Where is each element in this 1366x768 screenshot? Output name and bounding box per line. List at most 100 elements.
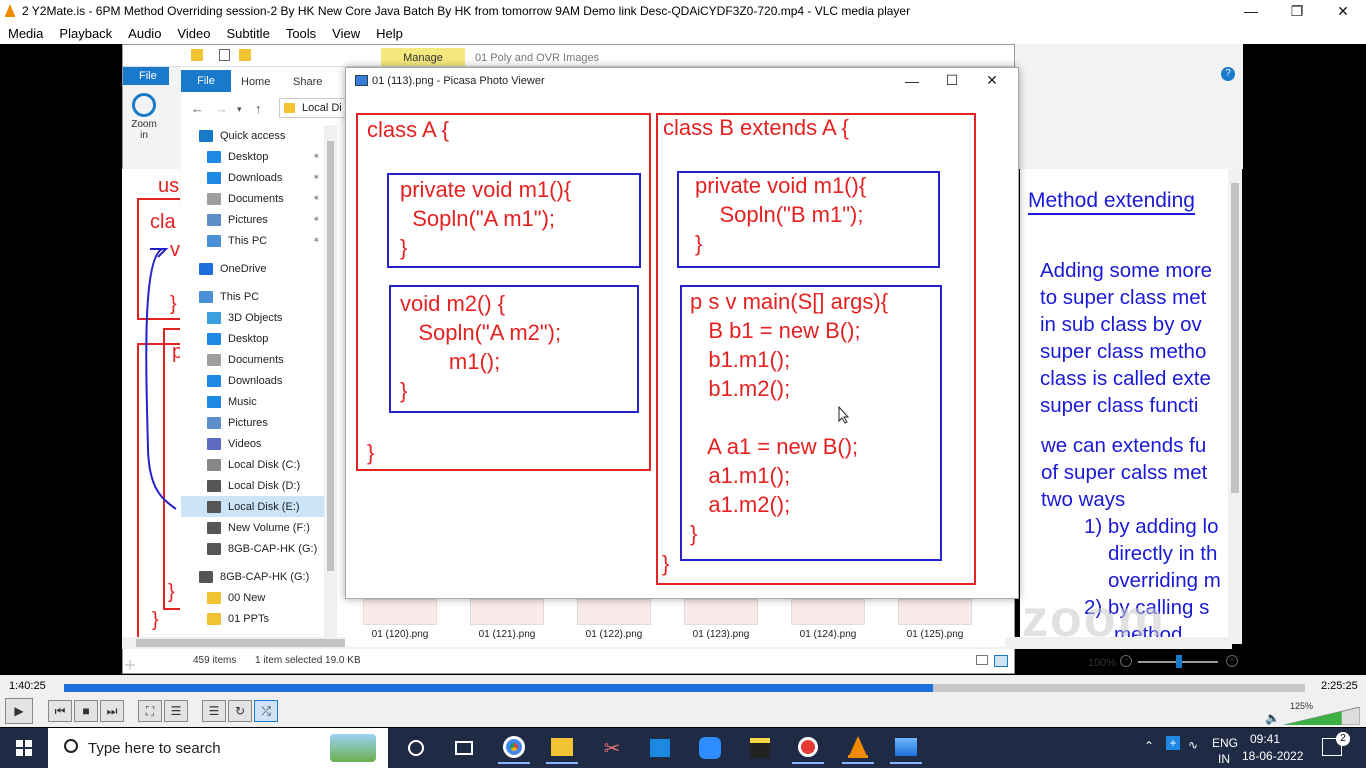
screen-recorder-icon[interactable] — [792, 732, 824, 764]
desktop-icon — [207, 332, 221, 345]
menu-audio[interactable]: Audio — [120, 22, 169, 44]
large-icons-view-icon[interactable] — [994, 655, 1008, 667]
menu-tools[interactable]: Tools — [278, 22, 324, 44]
search-highlight-icon[interactable] — [330, 734, 376, 762]
store-icon[interactable] — [644, 732, 676, 764]
video-area[interactable]: Manage 01 Poly and OVR Images File Zoom … — [0, 44, 1366, 675]
taskbar-search-box[interactable]: Type here to search — [48, 728, 388, 768]
zoom-slider-thumb[interactable] — [1176, 655, 1182, 668]
nav-item[interactable]: New Volume (F:) — [181, 517, 324, 538]
nav-item[interactable]: Quick access — [181, 125, 324, 146]
nav-item[interactable]: Pictures — [181, 412, 324, 433]
scrollbar-thumb[interactable] — [1231, 183, 1239, 493]
file-explorer-icon[interactable] — [546, 732, 578, 764]
nav-item[interactable]: This PC — [181, 286, 324, 307]
restore-button[interactable]: ❐ — [1274, 0, 1320, 22]
recent-chevron-icon[interactable]: ▾ — [237, 104, 242, 115]
up-arrow-icon[interactable]: ↑ — [255, 101, 262, 116]
picasa-minimize-button[interactable]: — — [892, 68, 932, 93]
nav-item[interactable]: 8GB-CAP-HK (G:) — [181, 566, 324, 587]
picasa-close-button[interactable]: ✕ — [972, 68, 1012, 93]
nav-item[interactable]: Local Disk (D:) — [181, 475, 324, 496]
language-indicator[interactable]: ENG — [1212, 736, 1238, 750]
volume-control[interactable]: 🔈 125% — [1262, 701, 1362, 725]
volume-slider[interactable] — [1284, 707, 1360, 725]
nav-item[interactable]: Videos — [181, 433, 324, 454]
next-button[interactable]: ⏭ — [100, 700, 124, 722]
menu-help[interactable]: Help — [368, 22, 411, 44]
menu-subtitle[interactable]: Subtitle — [218, 22, 277, 44]
speaker-icon[interactable]: 🔈 — [1265, 711, 1280, 725]
nav-item[interactable]: Downloads — [181, 370, 324, 391]
thumbnail[interactable]: 01 (124).png — [789, 599, 867, 640]
new-folder-icon — [239, 49, 251, 61]
minimize-button[interactable]: — — [1228, 0, 1274, 22]
details-view-icon[interactable] — [976, 655, 988, 665]
thumbnail[interactable]: 01 (123).png — [682, 599, 760, 640]
stop-button[interactable]: ■ — [74, 700, 98, 722]
ribbon-share-tab[interactable]: Share — [293, 76, 322, 88]
zoom-app-icon[interactable] — [694, 732, 726, 764]
nav-scrollbar[interactable] — [324, 125, 337, 645]
nav-item[interactable]: Downloads ✶ — [181, 167, 324, 188]
extended-settings-button[interactable]: ☰ — [164, 700, 188, 722]
nav-item[interactable]: Pictures ✶ — [181, 209, 324, 230]
playlist-button[interactable]: ☰ — [202, 700, 226, 722]
image-canvas[interactable]: class A { private void m1(){ Sopln("A m1… — [346, 93, 1018, 598]
clock-time[interactable]: 09:41 — [1250, 732, 1280, 746]
photos-icon[interactable] — [890, 732, 922, 764]
show-hidden-icons[interactable]: ⌃ — [1144, 739, 1154, 753]
ribbon-file-tab[interactable]: File — [181, 70, 231, 92]
slide-scrollbar[interactable] — [1228, 169, 1242, 644]
snipping-tool-icon[interactable]: ✂ — [596, 732, 628, 764]
help-icon[interactable]: ? — [1221, 67, 1235, 81]
thumbnail[interactable]: 01 (120).png — [361, 599, 439, 640]
ribbon-file-tab-back[interactable]: File — [123, 67, 169, 85]
nav-item[interactable]: OneDrive — [181, 258, 324, 279]
menu-video[interactable]: Video — [169, 22, 218, 44]
nav-item[interactable]: Desktop ✶ — [181, 146, 324, 167]
thumbnail[interactable]: 01 (121).png — [468, 599, 546, 640]
picasa-maximize-button[interactable]: ☐ — [932, 68, 972, 93]
menu-media[interactable]: Media — [0, 22, 51, 44]
nav-item[interactable]: Desktop — [181, 328, 324, 349]
tray-app-icon[interactable]: + — [1166, 736, 1180, 750]
nav-item[interactable]: Documents — [181, 349, 324, 370]
thumbnail[interactable]: 01 (122).png — [575, 599, 653, 640]
nav-item[interactable]: Local Disk (E:) — [181, 496, 324, 517]
zoom-in-small-icon[interactable]: + — [1226, 655, 1238, 667]
menu-view[interactable]: View — [324, 22, 368, 44]
nav-item[interactable]: 3D Objects — [181, 307, 324, 328]
task-view-icon[interactable] — [448, 732, 480, 764]
seek-bar[interactable] — [64, 684, 1305, 692]
fullscreen-button[interactable]: ⛶ — [138, 700, 162, 722]
sticky-notes-icon[interactable] — [744, 732, 776, 764]
nav-item[interactable]: 00 New — [181, 587, 324, 608]
nav-item[interactable]: 8GB-CAP-HK (G:) — [181, 538, 324, 559]
vlc-taskbar-icon[interactable] — [842, 732, 874, 764]
back-arrow-icon[interactable]: ← — [191, 101, 204, 116]
windows-start-icon[interactable] — [16, 740, 32, 756]
thumbnail[interactable]: 01 (125).png — [896, 599, 974, 640]
network-icon[interactable]: ∿ — [1188, 738, 1198, 752]
play-button[interactable]: ▶ — [5, 698, 33, 724]
zoom-out-icon[interactable]: − — [1120, 655, 1132, 667]
shuffle-button[interactable]: ⤮ — [254, 700, 278, 722]
nav-item[interactable]: 01 PPTs — [181, 608, 324, 629]
nav-item[interactable]: Local Disk (C:) — [181, 454, 324, 475]
nav-item[interactable]: This PC ✶ — [181, 230, 324, 251]
previous-button[interactable]: ⏮ — [48, 700, 72, 722]
manage-tab[interactable]: Manage — [381, 48, 465, 66]
clock-date[interactable]: 18-06-2022 — [1242, 749, 1303, 763]
cortana-icon[interactable] — [400, 732, 432, 764]
zoom-in-button[interactable]: Zoom in — [129, 93, 159, 141]
loop-button[interactable]: ↻ — [228, 700, 252, 722]
nav-item[interactable]: Documents ✶ — [181, 188, 324, 209]
scrollbar-thumb[interactable] — [327, 141, 334, 571]
close-button[interactable]: ✕ — [1320, 0, 1366, 22]
menu-playback[interactable]: Playback — [51, 22, 120, 44]
ribbon-home-tab[interactable]: Home — [241, 76, 270, 88]
nav-item[interactable]: Music — [181, 391, 324, 412]
chrome-icon[interactable] — [498, 732, 530, 764]
forward-arrow-icon[interactable]: → — [215, 101, 228, 116]
